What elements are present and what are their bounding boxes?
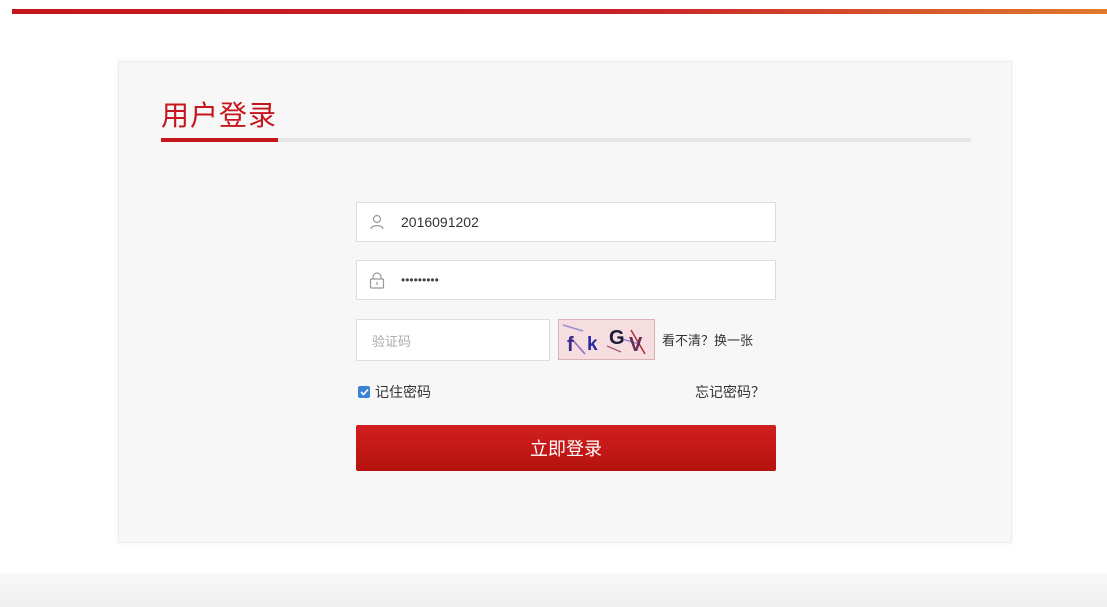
captcha-char: f bbox=[567, 334, 574, 356]
username-value: 2016091202 bbox=[401, 214, 479, 230]
captcha-refresh-link[interactable]: 看不清？换一张 bbox=[662, 330, 753, 349]
captcha-char: V bbox=[629, 334, 643, 356]
captcha-placeholder: 验证码 bbox=[372, 334, 412, 350]
title-underline bbox=[161, 138, 278, 142]
lock-icon bbox=[368, 271, 386, 289]
captcha-input[interactable]: 验证码 bbox=[356, 319, 550, 361]
username-field[interactable]: 2016091202 bbox=[356, 202, 776, 242]
remember-password[interactable]: 记住密码 bbox=[358, 382, 431, 402]
password-field[interactable]: ••••••••• bbox=[356, 260, 776, 300]
login-card: 用户登录 2016091202 ••••••••• 验证码 f k G V 看不… bbox=[118, 61, 1012, 543]
login-button[interactable]: 立即登录 bbox=[356, 425, 776, 471]
page-title: 用户登录 bbox=[161, 99, 278, 132]
title-divider bbox=[161, 138, 971, 142]
user-icon bbox=[368, 213, 386, 231]
remember-label: 记住密码 bbox=[375, 385, 431, 401]
remember-checkbox[interactable] bbox=[358, 386, 370, 398]
footer-band bbox=[0, 573, 1107, 607]
captcha-image[interactable]: f k G V bbox=[558, 319, 655, 360]
forgot-password-link[interactable]: 忘记密码？ bbox=[695, 382, 765, 402]
check-icon bbox=[359, 388, 369, 396]
top-accent-bar bbox=[12, 9, 1107, 14]
captcha-char: G bbox=[609, 327, 625, 349]
captcha-char: k bbox=[587, 334, 598, 355]
password-value: ••••••••• bbox=[401, 273, 439, 287]
